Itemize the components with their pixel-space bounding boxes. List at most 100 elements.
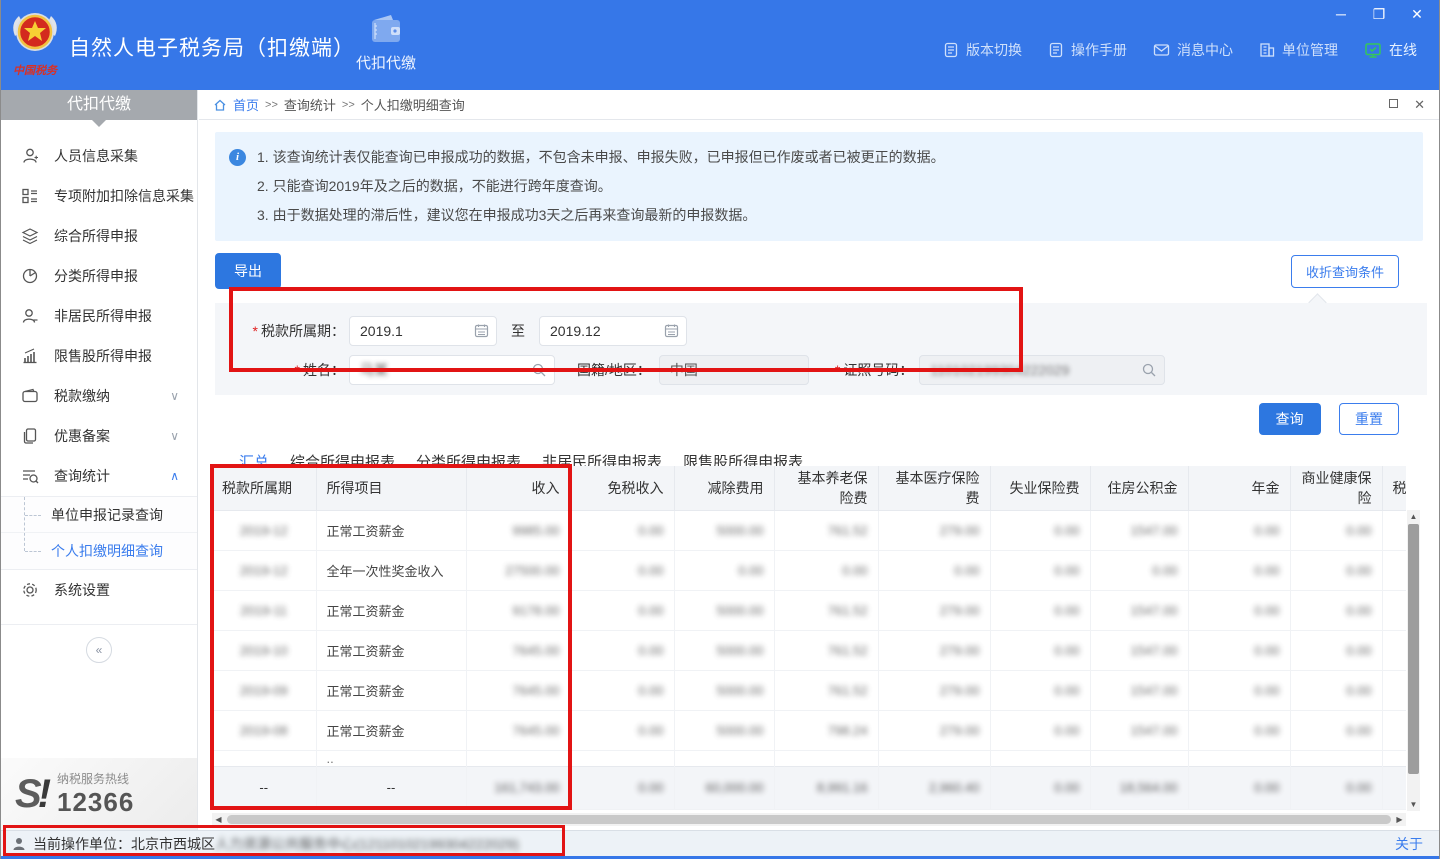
table-cell: 5000.00 — [674, 510, 774, 550]
table-cell: 0.00 — [570, 590, 674, 630]
sidebar-item-label: 限售股所得申报 — [54, 346, 152, 366]
table-row[interactable]: 2019-10正常工资薪金7645.000.005000.00761.52279… — [212, 630, 1406, 670]
table-cell: 0.00 — [674, 550, 774, 590]
table-cell — [1382, 710, 1406, 750]
minimize-button[interactable]: ─ — [1331, 4, 1351, 24]
info-icon: i — [229, 149, 246, 166]
vertical-scroll-thumb[interactable] — [1408, 524, 1419, 774]
reset-button[interactable]: 重置 — [1339, 403, 1399, 435]
table-cell: .. — [316, 750, 466, 766]
scroll-up-arrow[interactable]: ▲ — [1407, 510, 1420, 523]
app-title: 自然人电子税务局（扣缴端） — [69, 32, 355, 62]
required-asterisk: * — [835, 362, 840, 378]
restore-button[interactable]: ❐ — [1369, 4, 1389, 24]
about-link[interactable]: 关于 — [1395, 834, 1423, 854]
period-label: *税款所属期： — [215, 321, 345, 341]
horizontal-scroll-thumb[interactable] — [227, 815, 1391, 824]
table-cell: 761.52 — [774, 510, 878, 550]
app-header: 中国税务 自然人电子税务局（扣缴端） 代扣代缴 版本切换 — [1, 0, 1439, 90]
sidebar-item-comprehensive-income[interactable]: 综合所得申报 — [1, 216, 197, 256]
table-row[interactable]: 2019-12全年一次性奖金收入27500.000.000.000.000.00… — [212, 550, 1406, 590]
sidebar-item-preferential-filing[interactable]: 优惠备案 ∨ — [1, 416, 197, 456]
menu-label: 单位管理 — [1282, 40, 1338, 60]
table-row-ellipsis[interactable]: .. — [212, 750, 1406, 766]
table-cell: 正常工资薪金 — [316, 630, 466, 670]
name-input[interactable]: 马某 — [349, 355, 555, 385]
menu-unit-management[interactable]: 单位管理 — [1259, 40, 1338, 60]
table-cell: 0.00 — [1290, 550, 1382, 590]
query-button[interactable]: 查询 — [1259, 403, 1321, 435]
calendar-icon[interactable] — [474, 323, 489, 338]
wallet-icon — [367, 12, 405, 48]
breadcrumb-home[interactable]: 首页 — [233, 95, 259, 114]
tab-maximize-icon[interactable] — [1389, 99, 1398, 108]
search-icon[interactable] — [1141, 362, 1157, 378]
table-cell: 279.00 — [878, 710, 990, 750]
form-list-icon — [21, 187, 39, 205]
menu-version-switch[interactable]: 版本切换 — [943, 40, 1022, 60]
sidebar-item-query-statistics[interactable]: 查询统计 ∧ — [1, 456, 197, 496]
table-cell — [212, 750, 316, 766]
sidebar-item-restricted-shares[interactable]: 限售股所得申报 — [1, 336, 197, 376]
breadcrumb-item: 查询统计 — [284, 95, 336, 114]
tax-emblem-logo: 中国税务 — [9, 6, 61, 82]
results-table: 税款所属期所得项目收入免税收入减除费用基本养老保险费基本医疗保险费失业保险费住房… — [212, 466, 1406, 810]
column-header: 税款所属期 — [212, 466, 316, 510]
sidebar-cap: 代扣代缴 — [1, 90, 197, 120]
export-button[interactable]: 导出 — [215, 253, 281, 289]
sidebar-item-nonresident-income[interactable]: 非居民所得申报 — [1, 296, 197, 336]
scroll-down-arrow[interactable]: ▼ — [1407, 798, 1420, 811]
table-cell — [1382, 750, 1406, 766]
layers-icon — [21, 227, 39, 245]
sidebar-item-personnel-info[interactable]: 人员信息采集 — [1, 136, 197, 176]
period-from-input[interactable]: 2019.1 — [349, 316, 497, 346]
tab-close-icon[interactable]: ✕ — [1414, 99, 1425, 110]
table-row[interactable]: 2019-12正常工资薪金9985.000.005000.00761.52279… — [212, 510, 1406, 550]
table-cell: 761.52 — [774, 670, 878, 710]
table-cell: 0.00 — [1290, 510, 1382, 550]
main-content: 首页 >> 查询统计 >> 个人扣缴明细查询 ✕ i 1. 该查询统计表仅能查询… — [199, 90, 1439, 830]
search-icon[interactable] — [531, 362, 547, 378]
period-to-input[interactable]: 2019.12 — [539, 316, 687, 346]
close-button[interactable]: ✕ — [1407, 4, 1427, 24]
table-cell: 279.00 — [878, 590, 990, 630]
table-summary-row[interactable]: ----161,743.000.0060,000.008,991.162,960… — [212, 766, 1406, 809]
table-cell: 0.00 — [774, 550, 878, 590]
table-cell: 0.00 — [570, 766, 674, 809]
document-icon — [943, 42, 959, 58]
hotline-label: 纳税服务热线 — [57, 770, 134, 787]
module-tab-withholding[interactable]: 代扣代缴 — [346, 12, 426, 73]
table-cell: 0.00 — [570, 630, 674, 670]
table-cell: 7645.00 — [466, 630, 570, 670]
menu-manual[interactable]: 操作手册 — [1048, 40, 1127, 60]
menu-message-center[interactable]: 消息中心 — [1153, 40, 1233, 60]
sidebar-collapse-button[interactable]: « — [86, 637, 112, 663]
table-row[interactable]: 2019-09正常工资薪金7645.000.005000.00761.52279… — [212, 670, 1406, 710]
copy-icon — [21, 427, 39, 445]
sidebar-item-special-deduction[interactable]: 专项附加扣除信息采集 — [1, 176, 197, 216]
sidebar-item-tax-payment[interactable]: 税款缴纳 ∨ — [1, 376, 197, 416]
table-row[interactable]: 2019-11正常工资薪金9178.000.005000.00761.52279… — [212, 590, 1406, 630]
notice-line-1: i 1. 该查询统计表仅能查询已申报成功的数据，不包含未申报、申报失败，已申报但… — [229, 143, 1409, 172]
table-cell — [674, 750, 774, 766]
person-badge-icon — [21, 307, 39, 325]
table-cell: 0.00 — [570, 710, 674, 750]
sidebar-item-classified-income[interactable]: 分类所得申报 — [1, 256, 197, 296]
sidebar-subitem-unit-declaration-query[interactable]: 单位申报记录查询 — [1, 497, 197, 533]
scroll-left-arrow[interactable]: ◀ — [212, 815, 225, 824]
sidebar-item-label: 人员信息采集 — [54, 146, 138, 166]
pie-chart-icon — [21, 267, 39, 285]
menu-online-status[interactable]: 在线 — [1364, 40, 1417, 60]
calendar-icon[interactable] — [664, 323, 679, 338]
table-cell: 2019-12 — [212, 510, 316, 550]
svg-text:中国税务: 中国税务 — [13, 64, 59, 77]
sidebar-subitem-personal-withholding-query[interactable]: 个人扣缴明细查询 — [1, 533, 197, 569]
table-cell: 0.00 — [990, 590, 1090, 630]
mail-icon — [1153, 42, 1170, 58]
table-row[interactable]: 2019-08正常工资薪金7645.000.005000.00798.24279… — [212, 710, 1406, 750]
table-cell: 1547.00 — [1090, 670, 1188, 710]
scroll-right-arrow[interactable]: ▶ — [1393, 815, 1406, 824]
collapse-query-button[interactable]: 收折查询条件 — [1291, 255, 1399, 288]
menu-label: 版本切换 — [966, 40, 1022, 60]
sidebar-item-system-settings[interactable]: 系统设置 — [1, 570, 197, 610]
